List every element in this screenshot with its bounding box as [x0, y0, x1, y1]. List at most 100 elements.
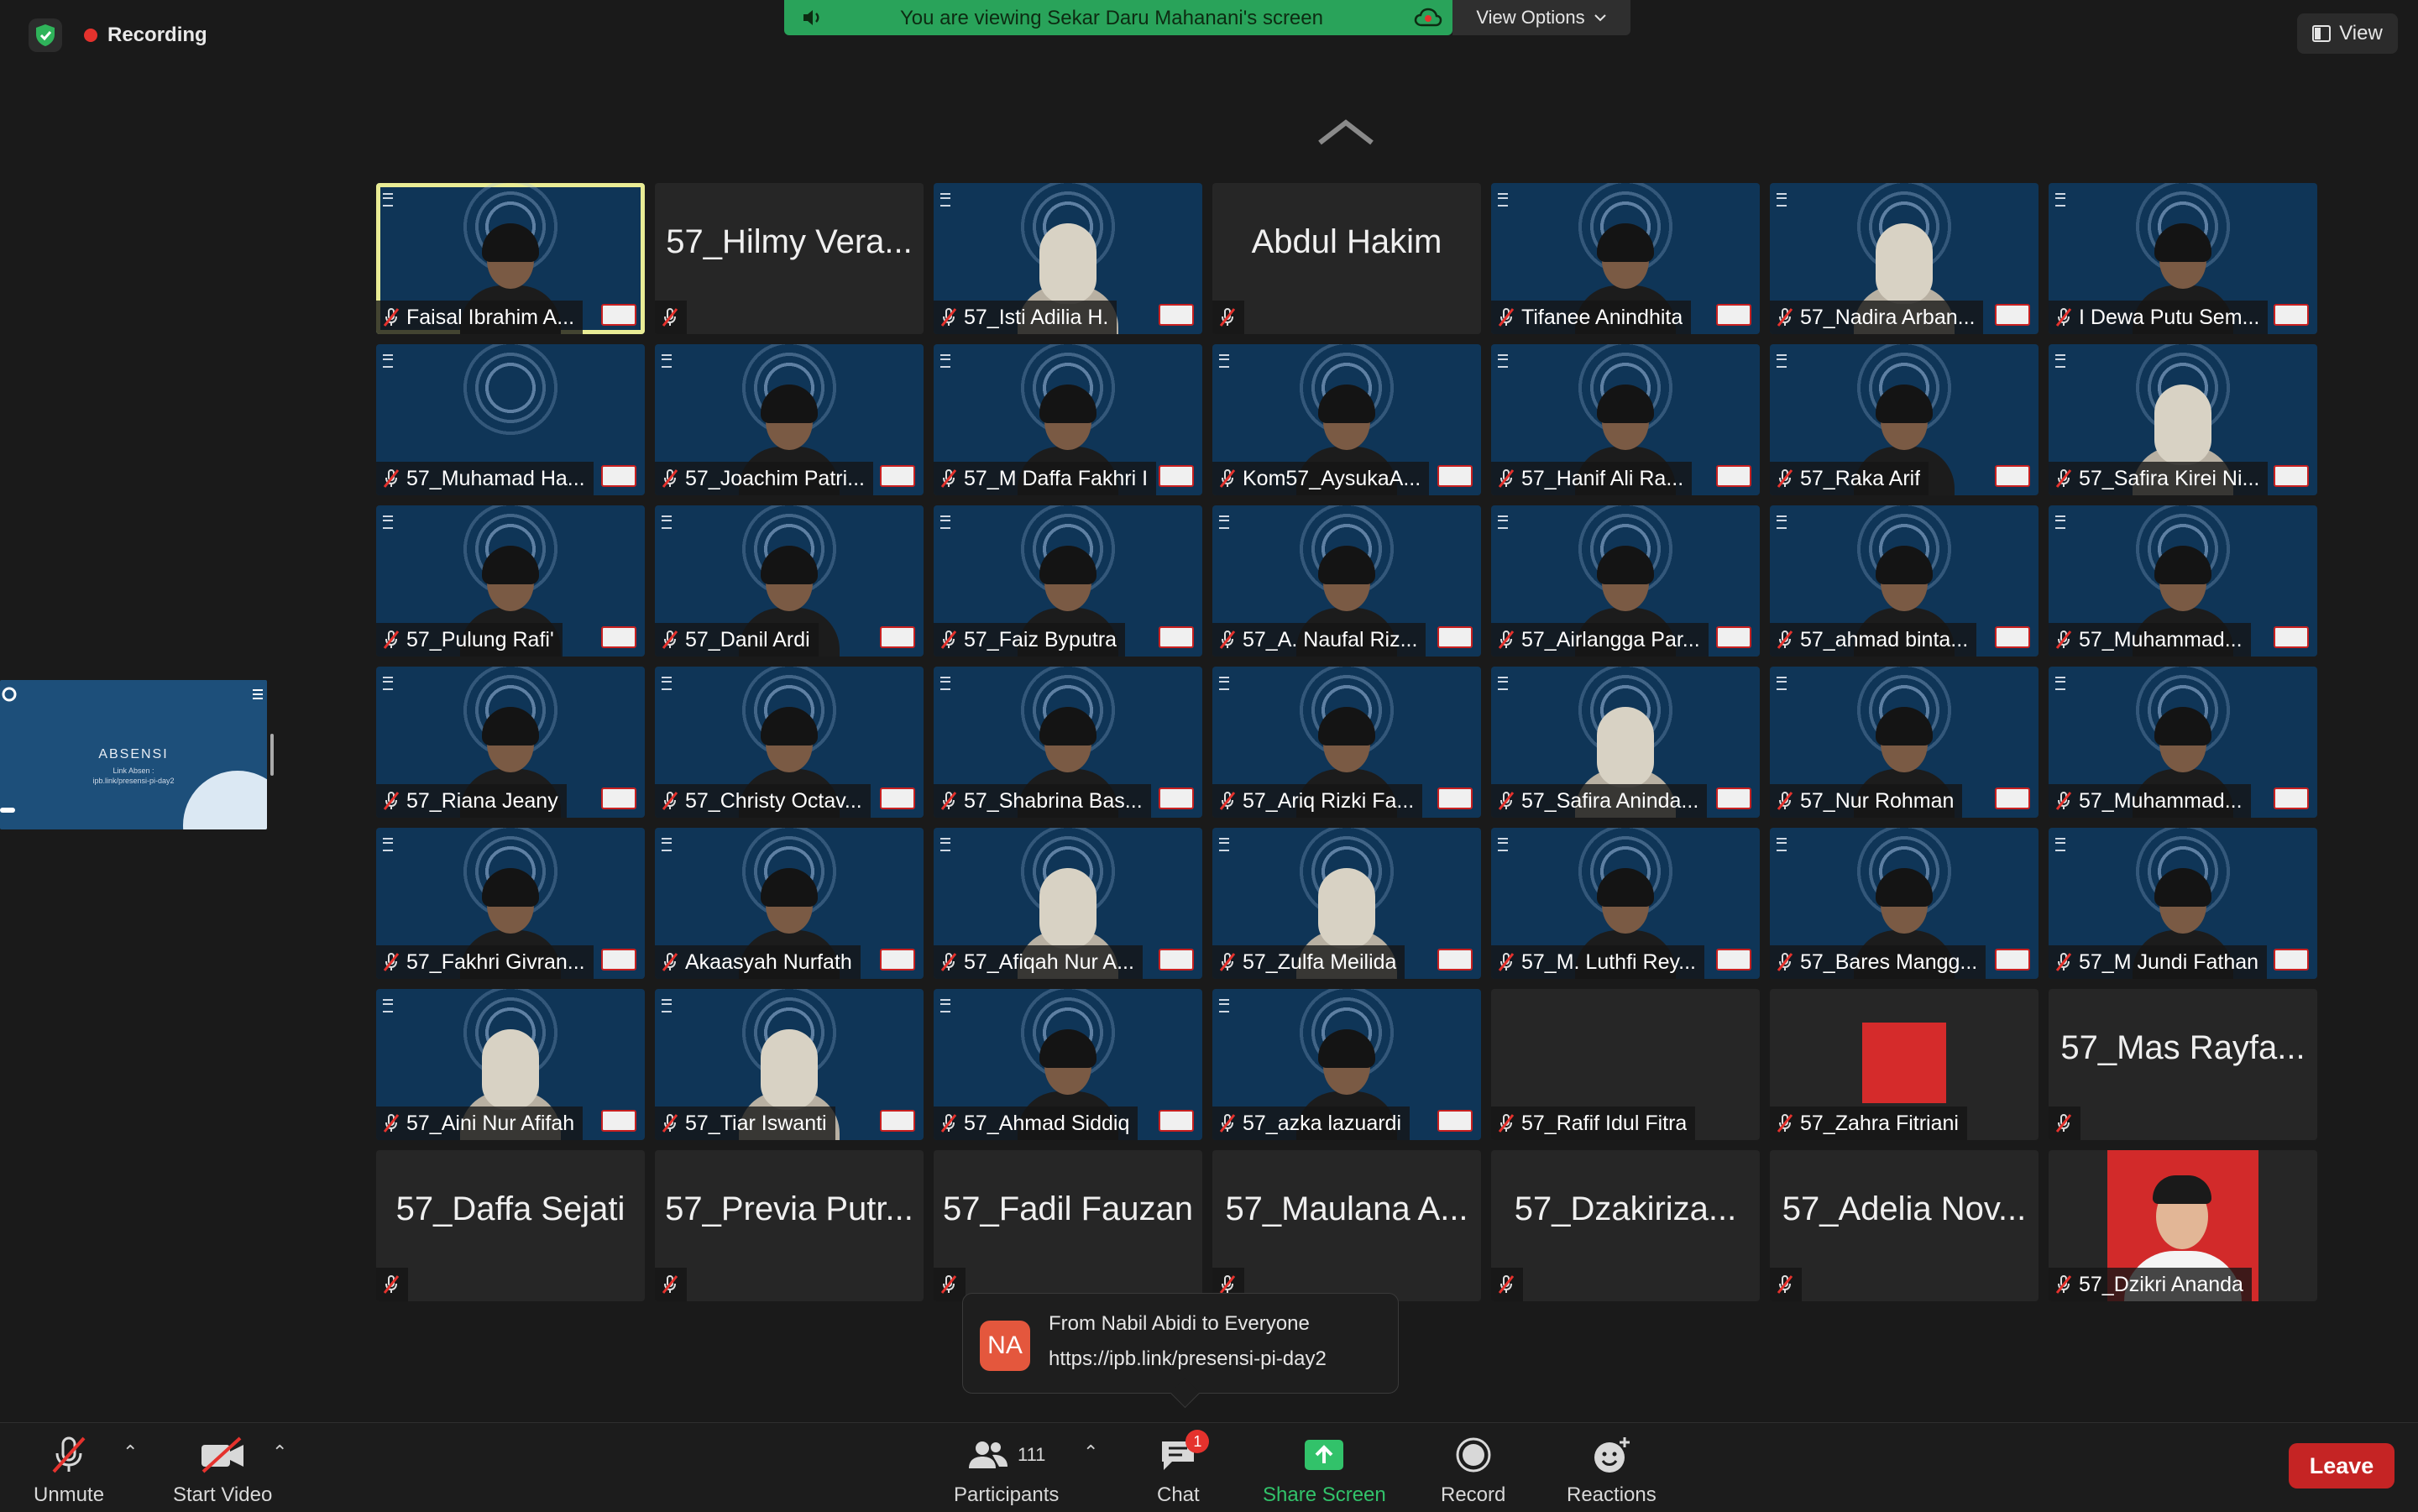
tile-menu-icon[interactable]	[2055, 193, 2065, 207]
participant-tile[interactable]: 57_Muhammad...	[2049, 667, 2317, 818]
participant-tile[interactable]: 57_Zulfa Meilida	[1212, 828, 1481, 979]
tile-menu-icon[interactable]	[940, 354, 950, 368]
participant-tile[interactable]: 57_Afiqah Nur A...	[934, 828, 1202, 979]
tile-menu-icon[interactable]	[1498, 193, 1508, 207]
participant-tile[interactable]: 57_A. Naufal Riz...	[1212, 505, 1481, 657]
participant-tile[interactable]: 57_azka lazuardi	[1212, 989, 1481, 1140]
security-shield-icon[interactable]	[29, 18, 62, 52]
participant-tile[interactable]: Kom57_AysukaA...	[1212, 344, 1481, 495]
tile-menu-icon[interactable]	[1777, 193, 1787, 207]
participant-tile[interactable]: 57_Dzakiriza...	[1491, 1150, 1760, 1301]
reactions-button[interactable]: Reactions	[1567, 1433, 1656, 1507]
participant-tile[interactable]: 57_M Jundi Fathan	[2049, 828, 2317, 979]
tile-menu-icon[interactable]	[662, 999, 672, 1012]
tile-menu-icon[interactable]	[662, 354, 672, 368]
chat-button[interactable]: 1 Chat	[1157, 1430, 1210, 1507]
participant-tile[interactable]: 57_Adelia Nov...	[1770, 1150, 2039, 1301]
participant-tile[interactable]: 57_M. Luthfi Rey...	[1491, 828, 1760, 979]
tile-menu-icon[interactable]	[1777, 515, 1787, 529]
tile-menu-icon[interactable]	[383, 354, 393, 368]
participant-tile[interactable]: Akaasyah Nurfath	[655, 828, 924, 979]
tile-menu-icon[interactable]	[2055, 677, 2065, 690]
participant-tile[interactable]: 57_Bares Mangg...	[1770, 828, 2039, 979]
tile-menu-icon[interactable]	[2055, 838, 2065, 851]
tile-menu-icon[interactable]	[1777, 354, 1787, 368]
participant-tile[interactable]: 57_Daffa Sejati	[376, 1150, 645, 1301]
participant-tile[interactable]: 57_Riana Jeany	[376, 667, 645, 818]
participant-tile[interactable]: 57_Christy Octav...	[655, 667, 924, 818]
resize-handle[interactable]	[270, 734, 274, 776]
participant-tile[interactable]: 57_ahmad binta...	[1770, 505, 2039, 657]
tile-menu-icon[interactable]	[1498, 838, 1508, 851]
chat-notification[interactable]: NA From Nabil Abidi to Everyone https://…	[962, 1293, 1399, 1409]
record-button[interactable]: Record	[1441, 1433, 1505, 1507]
participant-tile[interactable]: 57_Rafif Idul Fitra	[1491, 989, 1760, 1140]
participant-tile[interactable]: 57_Mas Rayfa...	[2049, 989, 2317, 1140]
tile-menu-icon[interactable]	[383, 677, 393, 690]
participant-tile[interactable]: Faisal Ibrahim A...	[376, 183, 645, 334]
tile-menu-icon[interactable]	[383, 515, 393, 529]
tile-menu-icon[interactable]	[940, 677, 950, 690]
participant-tile[interactable]: Tifanee Anindhita	[1491, 183, 1760, 334]
tile-menu-icon[interactable]	[1498, 354, 1508, 368]
tile-menu-icon[interactable]	[1219, 838, 1229, 851]
tile-menu-icon[interactable]	[1219, 354, 1229, 368]
recording-indicator[interactable]: Recording	[84, 22, 207, 49]
participant-tile[interactable]: 57_M Daffa Fakhri I	[934, 344, 1202, 495]
participant-tile[interactable]: 57_Maulana A...	[1212, 1150, 1481, 1301]
tile-menu-icon[interactable]	[662, 677, 672, 690]
tile-menu-icon[interactable]	[1498, 515, 1508, 529]
chat-message[interactable]: https://ipb.link/presensi-pi-day2	[1049, 1347, 1327, 1371]
participant-tile[interactable]: 57_Ariq Rizki Fa...	[1212, 667, 1481, 818]
participant-tile[interactable]: 57_Safira Aninda...	[1491, 667, 1760, 818]
share-screen-button[interactable]: Share Screen	[1263, 1433, 1386, 1507]
unmute-button[interactable]: Unmute	[34, 1433, 104, 1507]
view-options-button[interactable]: View Options	[1452, 0, 1630, 35]
participant-tile[interactable]: 57_Faiz Byputra	[934, 505, 1202, 657]
participant-tile[interactable]: Abdul Hakim	[1212, 183, 1481, 334]
tile-menu-icon[interactable]	[2055, 354, 2065, 368]
participant-tile[interactable]: 57_Muhamad Ha...	[376, 344, 645, 495]
tile-menu-icon[interactable]	[940, 515, 950, 529]
participant-tile[interactable]: 57_Fadil Fauzan	[934, 1150, 1202, 1301]
view-button[interactable]: View	[2297, 13, 2398, 54]
participant-tile[interactable]: 57_Raka Arif	[1770, 344, 2039, 495]
tile-menu-icon[interactable]	[940, 193, 950, 207]
tile-menu-icon[interactable]	[1219, 677, 1229, 690]
participants-options-caret-icon[interactable]: ⌃	[1083, 1441, 1098, 1463]
participant-tile[interactable]: 57_Tiar Iswanti	[655, 989, 924, 1140]
tile-menu-icon[interactable]	[1777, 677, 1787, 690]
shared-screen-thumbnail[interactable]: ABSENSI Link Absen : ipb.link/presensi-p…	[0, 680, 267, 829]
tile-menu-icon[interactable]	[2055, 515, 2065, 529]
scroll-up-chevron-icon[interactable]	[1316, 118, 1375, 152]
video-options-caret-icon[interactable]: ⌃	[272, 1441, 287, 1463]
participant-tile[interactable]: 57_Nur Rohman	[1770, 667, 2039, 818]
participant-tile[interactable]: 57_Nadira Arban...	[1770, 183, 2039, 334]
participant-tile[interactable]: 57_Ahmad Siddiq	[934, 989, 1202, 1140]
participant-tile[interactable]: 57_Previa Putr...	[655, 1150, 924, 1301]
participant-tile[interactable]: 57_Dzikri Ananda	[2049, 1150, 2317, 1301]
tile-menu-icon[interactable]	[1777, 838, 1787, 851]
participant-tile[interactable]: 57_Fakhri Givran...	[376, 828, 645, 979]
tile-menu-icon[interactable]	[1219, 515, 1229, 529]
participant-tile[interactable]: 57_Shabrina Bas...	[934, 667, 1202, 818]
participants-button[interactable]: 111 Participants	[954, 1433, 1059, 1507]
tile-menu-icon[interactable]	[940, 999, 950, 1012]
tile-menu-icon[interactable]	[662, 515, 672, 529]
participant-tile[interactable]: I Dewa Putu Sem...	[2049, 183, 2317, 334]
participant-tile[interactable]: 57_Danil Ardi	[655, 505, 924, 657]
participant-tile[interactable]: 57_Hanif Ali Ra...	[1491, 344, 1760, 495]
participant-tile[interactable]: 57_Muhammad...	[2049, 505, 2317, 657]
tile-menu-icon[interactable]	[1498, 677, 1508, 690]
tile-menu-icon[interactable]	[383, 999, 393, 1012]
audio-options-caret-icon[interactable]: ⌃	[123, 1441, 138, 1463]
participant-tile[interactable]: 57_Zahra Fitriani	[1770, 989, 2039, 1140]
start-video-button[interactable]: Start Video	[173, 1433, 272, 1507]
participant-tile[interactable]: 57_Pulung Rafi'	[376, 505, 645, 657]
tile-menu-icon[interactable]	[383, 193, 393, 207]
tile-menu-icon[interactable]	[1219, 999, 1229, 1012]
tile-menu-icon[interactable]	[940, 838, 950, 851]
leave-button[interactable]: Leave	[2289, 1443, 2394, 1488]
participant-tile[interactable]: 57_Aini Nur Afifah	[376, 989, 645, 1140]
participant-tile[interactable]: 57_Airlangga Par...	[1491, 505, 1760, 657]
